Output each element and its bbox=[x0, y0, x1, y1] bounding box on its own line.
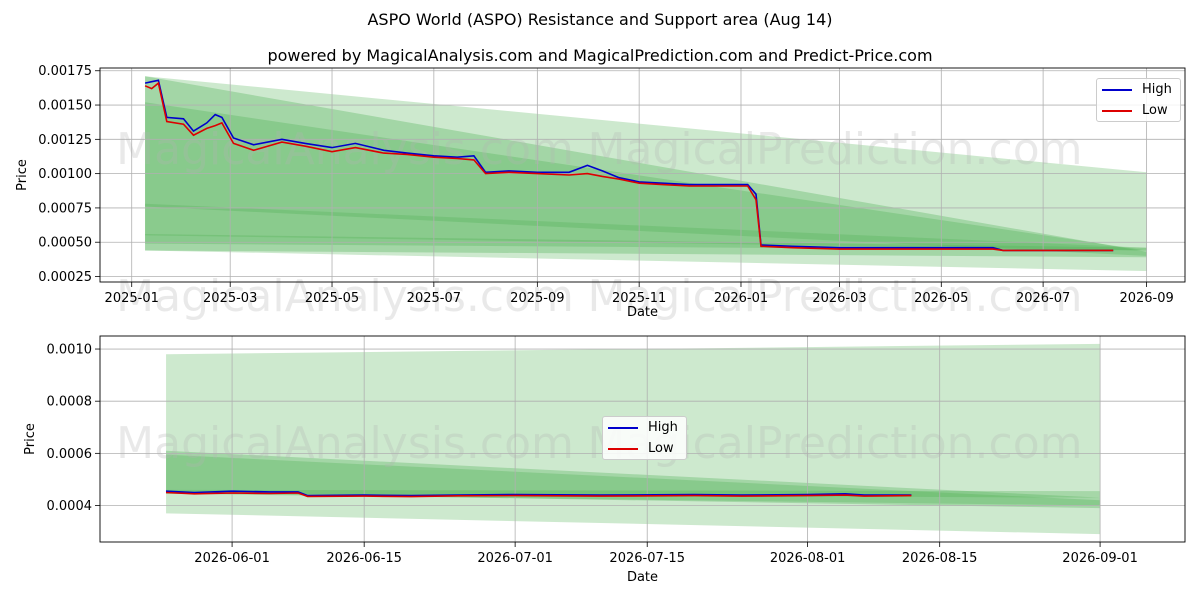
x-tick-label: 2025-07 bbox=[407, 291, 461, 306]
legend-item-high: High bbox=[1097, 79, 1180, 100]
y-tick-label: 0.0010 bbox=[47, 343, 93, 358]
legend: High Low bbox=[1096, 78, 1181, 122]
x-tick-label: 2025-01 bbox=[105, 291, 159, 306]
y-tick-label: 0.00075 bbox=[38, 201, 92, 216]
legend-item-low: Low bbox=[603, 438, 686, 459]
legend-label: High bbox=[648, 420, 678, 435]
x-tick-label: 2026-06-15 bbox=[326, 551, 402, 566]
watermark: MagicalAnalysis.com bbox=[116, 418, 574, 469]
legend-swatch bbox=[1102, 109, 1132, 112]
y-tick-label: 0.0008 bbox=[47, 395, 93, 410]
legend: High Low bbox=[602, 416, 687, 460]
legend-swatch bbox=[608, 447, 638, 450]
legend-label: High bbox=[1142, 82, 1172, 97]
y-tick-label: 0.00100 bbox=[38, 167, 92, 182]
x-tick-label: 2026-09 bbox=[1119, 291, 1173, 306]
x-tick-label: 2026-08-01 bbox=[770, 551, 846, 566]
x-tick-label: 2026-05 bbox=[914, 291, 968, 306]
legend-item-high: High bbox=[603, 417, 686, 438]
watermark: MagicalPrediction.com bbox=[588, 124, 1083, 175]
legend-swatch bbox=[608, 426, 638, 429]
y-tick-label: 0.00150 bbox=[38, 99, 92, 114]
x-tick-label: 2025-05 bbox=[305, 291, 359, 306]
x-tick-label: 2025-11 bbox=[612, 291, 666, 306]
chart-panel-1: MagicalAnalysis.com MagicalPrediction.com… bbox=[15, 64, 1186, 322]
x-tick-label: 2026-01 bbox=[714, 291, 768, 306]
legend-item-low: Low bbox=[1097, 100, 1180, 121]
charts-svg: MagicalAnalysis.com MagicalPrediction.com… bbox=[15, 64, 1186, 585]
x-tick-label: 2026-08-15 bbox=[902, 551, 978, 566]
x-axis-label: Date bbox=[627, 570, 658, 585]
y-axis-label: Price bbox=[15, 159, 30, 191]
legend-label: Low bbox=[648, 441, 674, 456]
x-tick-label: 2026-07-15 bbox=[609, 551, 685, 566]
x-tick-label: 2026-07-01 bbox=[477, 551, 553, 566]
chart-panel-2: MagicalAnalysis.com MagicalPrediction.com… bbox=[23, 335, 1186, 585]
y-axis-label: Price bbox=[23, 423, 38, 455]
y-tick-label: 0.00025 bbox=[38, 270, 92, 285]
x-tick-label: 2025-09 bbox=[510, 291, 564, 306]
x-tick-label: 2025-03 bbox=[203, 291, 257, 306]
legend-label: Low bbox=[1142, 103, 1168, 118]
x-tick-label: 2026-06-01 bbox=[194, 551, 270, 566]
legend-swatch bbox=[1102, 88, 1132, 91]
y-tick-label: 0.0006 bbox=[47, 447, 93, 462]
x-tick-label: 2026-03 bbox=[812, 291, 866, 306]
x-tick-label: 2026-09-01 bbox=[1062, 551, 1138, 566]
y-tick-label: 0.00050 bbox=[38, 236, 92, 251]
y-tick-label: 0.00125 bbox=[38, 133, 92, 148]
y-tick-label: 0.0004 bbox=[47, 499, 93, 514]
y-tick-label: 0.00175 bbox=[38, 64, 92, 79]
x-axis-label: Date bbox=[627, 305, 658, 320]
x-tick-label: 2026-07 bbox=[1016, 291, 1070, 306]
